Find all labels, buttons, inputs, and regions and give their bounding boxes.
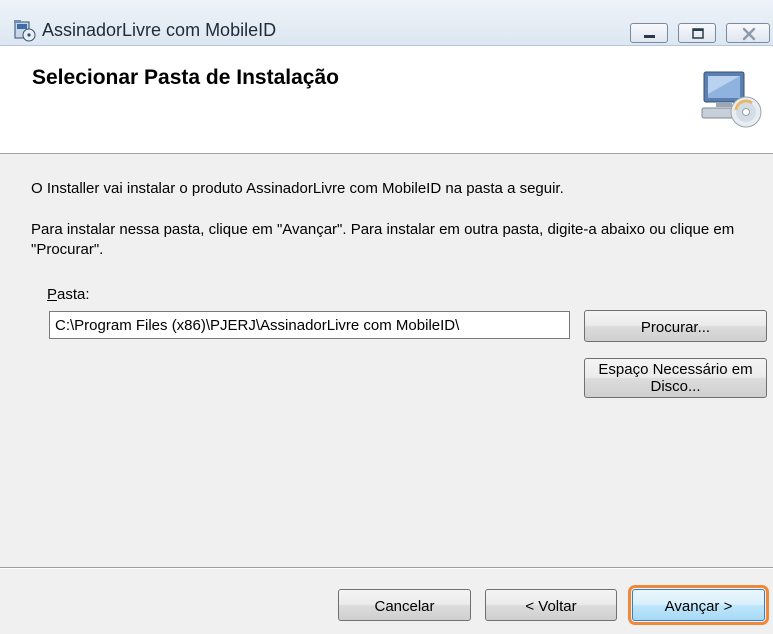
disk-cost-button[interactable]: Espaço Necessário em Disco... (584, 358, 767, 398)
instructions-text: Para instalar nessa pasta, clique em "Av… (31, 221, 735, 258)
computer-cd-icon (700, 70, 764, 130)
next-button-label: Avançar > (664, 597, 733, 615)
install-path-input[interactable] (49, 311, 570, 339)
disk-cost-label-line1: Espaço Necessário em (598, 361, 753, 378)
installer-package-icon (12, 18, 36, 42)
title-bar[interactable]: AssinadorLivre com MobileID (0, 0, 773, 46)
cancel-button[interactable]: Cancelar (338, 589, 471, 621)
disk-cost-label-line2: Disco... (650, 378, 701, 395)
folder-label: Pasta: (47, 286, 90, 303)
minimize-button[interactable] (630, 23, 668, 43)
dialog-header: Selecionar Pasta de Instalação (0, 46, 773, 154)
browse-button[interactable]: Procurar... (584, 310, 767, 342)
footer-divider (0, 567, 773, 569)
browse-button-label: Procurar... (640, 318, 711, 336)
page-title: Selecionar Pasta de Instalação (32, 66, 339, 89)
cancel-button-label: Cancelar (374, 597, 435, 615)
next-button[interactable]: Avançar > (628, 585, 769, 625)
folder-label-rest: asta: (57, 286, 90, 303)
intro-text: O Installer vai instalar o produto Assin… (31, 180, 564, 197)
back-button[interactable]: < Voltar (485, 589, 617, 621)
window-title: AssinadorLivre com MobileID (42, 20, 277, 40)
folder-label-accelerator: P (47, 286, 58, 303)
installer-window: AssinadorLivre com MobileID Selecionar P… (0, 0, 773, 634)
maximize-button[interactable] (678, 23, 716, 43)
close-button[interactable] (726, 23, 770, 43)
back-button-label: < Voltar (525, 597, 577, 615)
